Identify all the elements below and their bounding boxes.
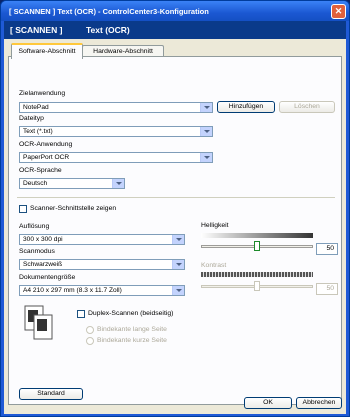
target-app-value: NotePad bbox=[23, 104, 49, 111]
duplex-long-edge-label: Bindekante lange Seite bbox=[97, 326, 167, 333]
window-title: [ SCANNEN ] Text (OCR) - ControlCenter3-… bbox=[9, 7, 209, 16]
ocr-app-label: OCR-Anwendung bbox=[19, 141, 73, 148]
dialog-window: [ SCANNEN ] Text (OCR) - ControlCenter3-… bbox=[0, 0, 350, 417]
add-button[interactable]: Hinzufügen bbox=[217, 101, 275, 113]
duplex-short-edge-label: Bindekante kurze Seite bbox=[97, 337, 167, 344]
ocr-app-select[interactable]: PaperPort OCR bbox=[19, 152, 213, 163]
document-size-select[interactable]: A4 210 x 297 mm (8.3 x 11.7 Zoll) bbox=[19, 285, 185, 296]
chevron-down-icon[interactable] bbox=[200, 153, 212, 162]
chevron-down-icon[interactable] bbox=[172, 260, 184, 269]
scanner-interface-label: Scanner-Schnittstelle zeigen bbox=[30, 205, 117, 212]
brightness-value[interactable]: 50 bbox=[316, 243, 338, 255]
duplex-long-edge-radio[interactable] bbox=[86, 326, 94, 334]
software-panel: Zielanwendung NotePad Hinzufügen Löschen… bbox=[8, 56, 342, 405]
resolution-select[interactable]: 300 x 300 dpi bbox=[19, 234, 185, 245]
chevron-down-icon[interactable] bbox=[200, 103, 212, 112]
ocr-language-select[interactable]: Deutsch bbox=[19, 178, 125, 189]
brightness-label: Helligkeit bbox=[201, 222, 229, 229]
ocr-language-value: Deutsch bbox=[23, 180, 48, 187]
document-size-value: A4 210 x 297 mm (8.3 x 11.7 Zoll) bbox=[23, 287, 122, 294]
ok-button[interactable]: OK bbox=[244, 397, 292, 409]
header-section: [ SCANNEN ] bbox=[10, 25, 63, 35]
file-type-label: Dateityp bbox=[19, 115, 44, 122]
scan-mode-value: Schwarzweiß bbox=[23, 261, 63, 268]
ocr-language-label: OCR-Sprache bbox=[19, 167, 62, 174]
file-type-value: Text (*.txt) bbox=[23, 128, 53, 135]
contrast-pattern bbox=[201, 272, 313, 277]
delete-button[interactable]: Löschen bbox=[279, 101, 335, 113]
chevron-down-icon[interactable] bbox=[200, 127, 212, 136]
duplex-pages-icon bbox=[24, 305, 53, 340]
target-app-label: Zielanwendung bbox=[19, 90, 66, 97]
ocr-app-value: PaperPort OCR bbox=[23, 154, 70, 161]
standard-button[interactable]: Standard bbox=[19, 388, 83, 400]
brightness-gradient bbox=[201, 233, 313, 238]
resolution-value: 300 x 300 dpi bbox=[23, 236, 63, 243]
scan-mode-label: Scanmodus bbox=[19, 248, 55, 255]
scan-mode-select[interactable]: Schwarzweiß bbox=[19, 259, 185, 270]
brightness-thumb[interactable] bbox=[254, 241, 260, 251]
duplex-label: Duplex-Scannen (beidseitig) bbox=[88, 310, 174, 317]
close-icon[interactable]: ✕ bbox=[331, 4, 346, 19]
contrast-thumb[interactable] bbox=[254, 281, 260, 291]
cancel-button[interactable]: Abbrechen bbox=[296, 397, 342, 409]
section-header: [ SCANNEN ] Text (OCR) bbox=[4, 21, 346, 39]
title-bar[interactable]: [ SCANNEN ] Text (OCR) - ControlCenter3-… bbox=[1, 1, 349, 21]
dialog-body: [ SCANNEN ] Text (OCR) Software-Abschnit… bbox=[4, 21, 346, 414]
separator bbox=[17, 197, 335, 198]
resolution-label: Auflösung bbox=[19, 223, 50, 230]
duplex-short-edge-radio[interactable] bbox=[86, 337, 94, 345]
document-size-label: Dokumentengröße bbox=[19, 274, 76, 281]
duplex-checkbox[interactable] bbox=[77, 310, 85, 318]
file-type-select[interactable]: Text (*.txt) bbox=[19, 126, 213, 137]
chevron-down-icon[interactable] bbox=[172, 286, 184, 295]
contrast-value[interactable]: 50 bbox=[316, 283, 338, 295]
scanner-interface-checkbox[interactable] bbox=[19, 205, 27, 213]
tab-software[interactable]: Software-Abschnitt bbox=[11, 43, 83, 59]
target-app-select[interactable]: NotePad bbox=[19, 102, 213, 113]
contrast-label: Kontrast bbox=[201, 262, 227, 269]
chevron-down-icon[interactable] bbox=[112, 179, 124, 188]
chevron-down-icon[interactable] bbox=[172, 235, 184, 244]
header-name: Text (OCR) bbox=[86, 25, 130, 35]
